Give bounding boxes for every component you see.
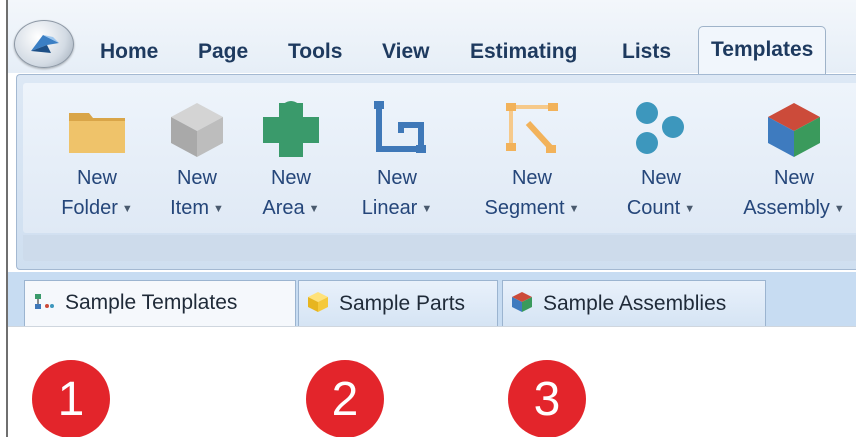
new-area-line1: New — [270, 167, 311, 189]
new-linear-button[interactable]: New Linear ▼ — [351, 99, 443, 224]
new-area-button[interactable]: New Area ▼ — [253, 99, 329, 224]
new-segment-line1: New — [511, 167, 552, 189]
tab-estimating[interactable]: Estimating — [470, 40, 577, 64]
new-segment-button[interactable]: New Segment ▼ — [471, 99, 593, 224]
new-item-line2: Item — [170, 197, 209, 219]
tab-lists[interactable]: Lists — [622, 40, 671, 64]
tab-page[interactable]: Page — [198, 40, 248, 64]
tab-sample-parts-label: Sample Parts — [339, 292, 466, 315]
new-area-line2: Area — [262, 197, 305, 219]
new-count-line2: Count — [626, 197, 681, 219]
tab-tools[interactable]: Tools — [288, 40, 342, 64]
yellow-cube-icon — [308, 292, 328, 312]
dropdown-arrow-icon: ▼ — [421, 202, 433, 215]
dropdown-arrow-icon: ▼ — [684, 202, 696, 215]
count-dots-icon — [636, 102, 684, 154]
new-count-line1: New — [640, 167, 681, 189]
color-cube-icon — [512, 292, 532, 312]
document-tab-strip: Sample Templates Sample Parts Sample Ass… — [8, 272, 856, 328]
tab-view[interactable]: View — [382, 40, 429, 64]
assembly-cube-icon — [768, 103, 820, 157]
document-content-area — [8, 326, 856, 437]
new-segment-line2: Segment — [484, 197, 565, 219]
segment-shape-icon — [506, 103, 558, 153]
new-assembly-line1: New — [773, 167, 814, 189]
new-assembly-line2: Assembly — [743, 197, 830, 219]
callout-badge-2: 2 — [306, 360, 384, 437]
new-folder-line2: Folder — [61, 197, 118, 219]
tab-templates[interactable]: Templates — [698, 26, 827, 76]
tab-sample-assemblies-label: Sample Assemblies — [543, 292, 727, 315]
ribbon-panel: New Folder ▼ New Item ▼ New Area ▼ New L… — [16, 74, 856, 270]
dropdown-arrow-icon: ▼ — [121, 202, 133, 215]
callout-badge-1: 1 — [32, 360, 110, 437]
area-shape-icon — [263, 101, 319, 157]
tab-sample-templates[interactable]: Sample Templates — [24, 280, 296, 328]
new-count-button[interactable]: New Count ▼ — [615, 99, 707, 224]
new-linear-line1: New — [376, 167, 417, 189]
new-item-line1: New — [176, 167, 217, 189]
callout-badge-3: 3 — [508, 360, 586, 437]
ribbon-group: New Folder ▼ New Item ▼ New Area ▼ New L… — [23, 83, 856, 233]
dropdown-arrow-icon: ▼ — [568, 202, 580, 215]
application-menu-button[interactable] — [14, 20, 74, 68]
new-item-button[interactable]: New Item ▼ — [159, 99, 235, 224]
ribbon-group-footer — [23, 235, 856, 261]
dropdown-arrow-icon: ▼ — [213, 202, 224, 215]
dropdown-arrow-icon: ▼ — [308, 202, 320, 215]
new-folder-line1: New — [76, 167, 117, 189]
new-linear-line2: Linear — [361, 197, 418, 219]
tab-home[interactable]: Home — [100, 40, 158, 64]
folder-icon — [69, 113, 125, 153]
tab-sample-assemblies[interactable]: Sample Assemblies — [502, 280, 766, 326]
new-folder-button[interactable]: New Folder ▼ — [49, 99, 145, 224]
linear-shape-icon — [374, 101, 426, 153]
cube-icon — [171, 103, 223, 157]
tab-sample-templates-label: Sample Templates — [65, 291, 238, 314]
new-assembly-button[interactable]: New Assembly ▼ — [735, 99, 853, 224]
tab-sample-parts[interactable]: Sample Parts — [298, 280, 498, 326]
dropdown-arrow-icon: ▼ — [833, 202, 845, 215]
app-window: Home Page Tools View Estimating Lists Te… — [6, 0, 856, 437]
templates-icon — [35, 294, 54, 309]
menu-tab-strip: Home Page Tools View Estimating Lists Te… — [8, 0, 856, 76]
app-logo-icon — [31, 35, 59, 53]
